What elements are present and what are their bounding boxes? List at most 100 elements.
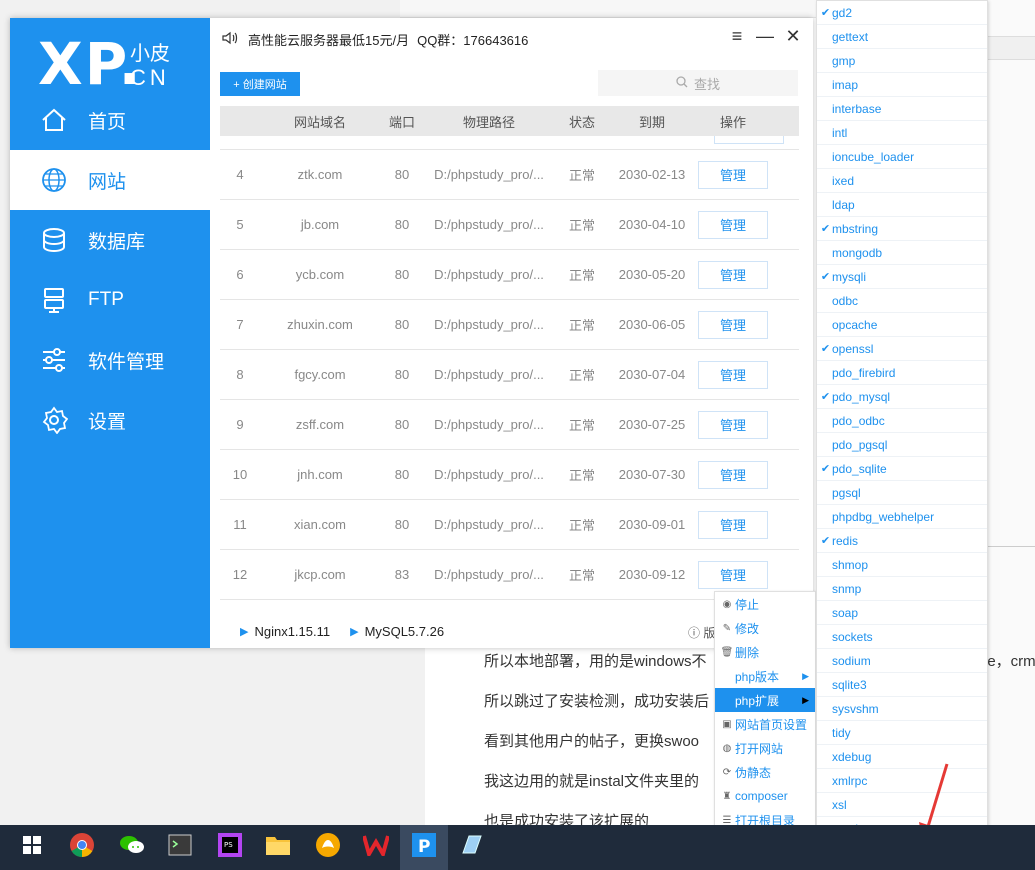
extension-item[interactable]: xsl: [817, 793, 987, 817]
extension-item[interactable]: interbase: [817, 97, 987, 121]
column-header: 物理路径: [462, 114, 515, 130]
table-row[interactable]: 9 zsff.com 80 D:/phpstudy_pro/... 正常 2030-07-…: [220, 400, 799, 450]
extension-item[interactable]: mongodb: [817, 241, 987, 265]
extension-item[interactable]: sysvshm: [817, 697, 987, 721]
context-menu-item[interactable]: ✎ 修改: [715, 616, 815, 640]
context-menu-item[interactable]: ◍ 打开网站: [715, 736, 815, 760]
manage-button[interactable]: 管理: [698, 310, 768, 339]
info-icon[interactable]: ⓘ 版: [688, 624, 715, 641]
sidebar-item-sliders[interactable]: 软件管理: [10, 330, 210, 390]
extension-item[interactable]: sockets: [817, 625, 987, 649]
speaker-icon[interactable]: [222, 31, 238, 48]
extension-item[interactable]: pdo_pgsql: [817, 433, 987, 457]
extension-label: gd2: [832, 5, 853, 20]
context-menu-item[interactable]: 🗑 删除: [715, 640, 815, 664]
table-row[interactable]: 5 jb.com 80 D:/phpstudy_pro/... 正常 2030-04-10…: [220, 200, 799, 250]
manage-button[interactable]: 管理: [698, 260, 768, 289]
taskbar-phpstudy[interactable]: P: [400, 825, 448, 870]
extension-item[interactable]: intl: [817, 121, 987, 145]
extension-item[interactable]: gmp: [817, 49, 987, 73]
extension-item[interactable]: imap: [817, 73, 987, 97]
sidebar-item-globe[interactable]: 网站: [10, 150, 210, 210]
play-icon: ▶: [350, 625, 359, 638]
folder-icon: [265, 834, 291, 861]
search-input[interactable]: 查找: [598, 70, 798, 96]
extension-item[interactable]: phpdbg_webhelper: [817, 505, 987, 529]
manage-button[interactable]: 管理: [698, 360, 768, 389]
table-row[interactable]: 8 fgcy.com 80 D:/phpstudy_pro/... 正常 2030-07-…: [220, 350, 799, 400]
extension-item[interactable]: xmlrpc: [817, 769, 987, 793]
manage-button[interactable]: 管理: [698, 460, 768, 489]
table-row[interactable]: 11 xian.com 80 D:/phpstudy_pro/... 正常 2030-09…: [220, 500, 799, 550]
context-menu-item[interactable]: php版本 ▶: [715, 664, 815, 688]
context-menu-item[interactable]: ♜ composer: [715, 784, 815, 808]
manage-button[interactable]: 管理: [698, 210, 768, 239]
context-menu-item[interactable]: ▣ 网站首页设置: [715, 712, 815, 736]
extension-item[interactable]: gettext: [817, 25, 987, 49]
extension-item[interactable]: odbc: [817, 289, 987, 313]
submenu-arrow-icon: ▶: [802, 670, 809, 681]
manage-button[interactable]: 管理: [698, 510, 768, 539]
sidebar-item-home[interactable]: 首页: [10, 90, 210, 150]
create-site-button[interactable]: + 创建网站: [220, 72, 300, 96]
gear-icon: [38, 404, 70, 436]
checkmark-icon: ✔: [820, 535, 831, 547]
extension-item[interactable]: shmop: [817, 553, 987, 577]
taskbar-wps[interactable]: [352, 825, 400, 870]
extension-item[interactable]: ✔ mysqli: [817, 265, 987, 289]
extension-item[interactable]: sqlite3: [817, 673, 987, 697]
manage-button[interactable]: 管理: [698, 160, 768, 189]
taskbar-wechat[interactable]: [108, 825, 156, 870]
extension-item[interactable]: ✔ redis: [817, 529, 987, 553]
context-menu-item[interactable]: ⟳ 伪静态: [715, 760, 815, 784]
extension-item[interactable]: ✔ openssl: [817, 337, 987, 361]
taskbar-chrome[interactable]: [58, 825, 106, 870]
extension-item[interactable]: ✔ pdo_sqlite: [817, 457, 987, 481]
table-row[interactable]: 7 zhuxin.com 80 D:/phpstudy_pro/... 正常 2030-0…: [220, 300, 799, 350]
sidebar-item-database[interactable]: 数据库: [10, 210, 210, 270]
extension-item[interactable]: ixed: [817, 169, 987, 193]
extension-item[interactable]: xdebug: [817, 745, 987, 769]
minimize-icon[interactable]: —: [754, 26, 776, 47]
extension-item[interactable]: ioncube_loader: [817, 145, 987, 169]
extension-item[interactable]: pgsql: [817, 481, 987, 505]
sidebar-item-gear[interactable]: 设置: [10, 390, 210, 450]
titlebar: 高性能云服务器最低15元/月 QQ群：176643616 ≡ — ✕: [210, 18, 813, 58]
manage-button[interactable]: 管理: [698, 560, 768, 589]
extension-item[interactable]: tidy: [817, 721, 987, 745]
taskbar-phpstorm[interactable]: PS: [206, 825, 254, 870]
ad-text[interactable]: 高性能云服务器最低15元/月: [248, 30, 409, 49]
close-icon[interactable]: ✕: [782, 26, 804, 47]
extension-item[interactable]: opcache: [817, 313, 987, 337]
extension-item[interactable]: sodium: [817, 649, 987, 673]
taskbar-notes[interactable]: [448, 825, 496, 870]
extension-item[interactable]: ldap: [817, 193, 987, 217]
extension-item[interactable]: ✔ mbstring: [817, 217, 987, 241]
extension-item[interactable]: soap: [817, 601, 987, 625]
menu-icon[interactable]: ≡: [726, 26, 748, 47]
extension-item[interactable]: snmp: [817, 577, 987, 601]
background-right-panel: [988, 0, 1035, 825]
taskbar-files[interactable]: [254, 825, 302, 870]
table-row[interactable]: 10 jnh.com 80 D:/phpstudy_pro/... 正常 2030-07-…: [220, 450, 799, 500]
play-icon: ▶: [240, 625, 249, 638]
service-nginx[interactable]: ▶ Nginx1.15.11: [240, 624, 330, 639]
manage-button[interactable]: 管理: [698, 410, 768, 439]
context-menu-item[interactable]: ◉ 停止: [715, 592, 815, 616]
extension-label: redis: [832, 533, 859, 548]
table-row[interactable]: 12 jkcp.com 83 D:/phpstudy_pro/... 正常 2030-09…: [220, 550, 799, 600]
taskbar-terminal[interactable]: [156, 825, 204, 870]
extension-item[interactable]: pdo_odbc: [817, 409, 987, 433]
extension-item[interactable]: ✔ gd2: [817, 1, 987, 25]
table-row[interactable]: 4 ztk.com 80 D:/phpstudy_pro/... 正常 2030-02-1…: [220, 150, 799, 200]
taskbar-app-lotus[interactable]: [304, 825, 352, 870]
taskbar-start-button[interactable]: [8, 825, 56, 870]
column-header: 操作: [719, 114, 746, 130]
table-row[interactable]: 6 ycb.com 80 D:/phpstudy_pro/... 正常 2030-05-2…: [220, 250, 799, 300]
extension-item[interactable]: pdo_firebird: [817, 361, 987, 385]
service-mysql[interactable]: ▶ MySQL5.7.26: [350, 624, 444, 639]
site-status: 正常: [568, 518, 595, 533]
extension-item[interactable]: ✔ pdo_mysql: [817, 385, 987, 409]
context-menu-item[interactable]: php扩展 ▶: [715, 688, 815, 712]
sidebar-item-ftp[interactable]: FTP: [10, 270, 210, 330]
